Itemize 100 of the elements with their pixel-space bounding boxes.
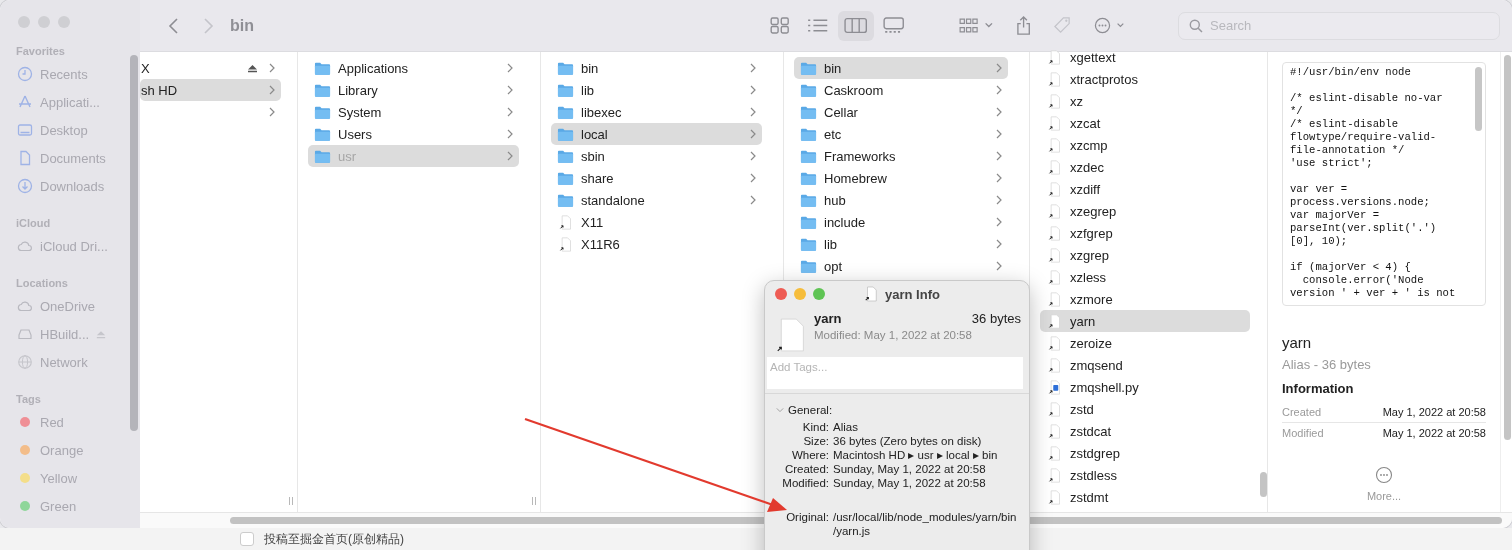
file-browser-item[interactable]: lib bbox=[551, 79, 762, 101]
file-browser-item[interactable]: Cellar bbox=[794, 101, 1008, 123]
cloud-icon bbox=[17, 238, 33, 254]
folder-icon bbox=[314, 104, 331, 120]
chevron-icon bbox=[507, 151, 513, 161]
folder-icon bbox=[557, 148, 574, 164]
file-browser-item[interactable]: etc bbox=[794, 123, 1008, 145]
file-browser-item[interactable]: Homebrew bbox=[794, 167, 1008, 189]
section-heading: Information bbox=[1282, 381, 1355, 396]
code-text: #!/usr/bin/env node /* eslint-disable no-var */ /* eslint-disable flowtype/require-valid- file-annotation */ 'use strict'; var ver = process.versions.node; var majorVer = parseInt(ver.split('.') [0], 10); if (majorVer < 4) { console.error('Node version ' + ver + ' is not bbox=[1290, 66, 1457, 300]
file-browser-item[interactable]: libexec bbox=[551, 101, 762, 123]
eject-icon[interactable] bbox=[247, 63, 258, 73]
file-browser-item[interactable]: Users bbox=[308, 123, 519, 145]
chevron-icon bbox=[750, 85, 756, 95]
file-browser-item[interactable]: X11R6 bbox=[551, 233, 762, 255]
file-browser-item[interactable]: Frameworks bbox=[794, 145, 1008, 167]
disclosure-chevron-icon[interactable] bbox=[776, 406, 784, 414]
file-browser-item[interactable]: xzdiff bbox=[1040, 178, 1250, 200]
alias-document-icon bbox=[1046, 467, 1063, 483]
chevron-icon bbox=[996, 151, 1002, 161]
file-browser-item[interactable]: share bbox=[551, 167, 762, 189]
file-browser-item[interactable]: xzgrep bbox=[1040, 244, 1250, 266]
file-browser-item[interactable]: local bbox=[551, 123, 762, 145]
alias-document-icon bbox=[1046, 93, 1063, 109]
info-label: Modified: bbox=[781, 476, 829, 490]
file-browser-item[interactable]: zstdcat bbox=[1040, 420, 1250, 442]
more-icon bbox=[1375, 466, 1393, 484]
file-browser-item[interactable]: xzegrep bbox=[1040, 200, 1250, 222]
alias-document-icon bbox=[1046, 49, 1063, 65]
file-browser-item[interactable]: X bbox=[140, 57, 281, 79]
chevron-icon bbox=[996, 217, 1002, 227]
modified-date: Modified: May 1, 2022 at 20:58 bbox=[814, 329, 973, 341]
apps-icon bbox=[17, 94, 33, 110]
alias-document-icon bbox=[864, 286, 879, 302]
alias-document-icon bbox=[776, 317, 806, 353]
chevron-icon bbox=[269, 107, 275, 117]
file-browser-item[interactable]: zstdgrep bbox=[1040, 442, 1250, 464]
file-browser-item[interactable]: opt bbox=[794, 255, 1008, 277]
file-browser-item[interactable]: xzdec bbox=[1040, 156, 1250, 178]
file-browser-item[interactable]: zeroize bbox=[1040, 332, 1250, 354]
alias-document-icon bbox=[557, 236, 574, 252]
file-browser-item[interactable]: Library bbox=[308, 79, 519, 101]
scrollbar-thumb[interactable] bbox=[1475, 67, 1482, 131]
search-icon bbox=[1189, 18, 1203, 33]
file-size: 36 bytes bbox=[971, 311, 1021, 326]
alias-document-icon bbox=[1046, 137, 1063, 153]
scrollbar-thumb[interactable] bbox=[1260, 472, 1267, 497]
file-browser-item[interactable]: xz bbox=[1040, 90, 1250, 112]
info-value: Sunday, May 1, 2022 at 20:58 bbox=[833, 476, 987, 490]
folder-icon bbox=[800, 60, 817, 76]
chevron-icon bbox=[269, 63, 275, 73]
file-browser-item[interactable]: bin bbox=[551, 57, 762, 79]
file-browser-item[interactable]: include bbox=[794, 211, 1008, 233]
zoom-window-button[interactable] bbox=[813, 288, 825, 300]
file-browser-item[interactable]: xzless bbox=[1040, 266, 1250, 288]
minimize-window-button[interactable] bbox=[794, 288, 806, 300]
folder-icon bbox=[314, 126, 331, 142]
chevron-left-icon bbox=[168, 16, 180, 35]
file-browser-item[interactable]: bin bbox=[794, 57, 1008, 79]
close-window-button[interactable] bbox=[775, 288, 787, 300]
checkbox[interactable] bbox=[240, 532, 254, 546]
file-browser-item[interactable]: zstd bbox=[1040, 398, 1250, 420]
file-browser-item[interactable]: hub bbox=[794, 189, 1008, 211]
file-browser-item[interactable]: Applications bbox=[308, 57, 519, 79]
file-browser-item[interactable]: X11 bbox=[551, 211, 762, 233]
folder-icon bbox=[557, 170, 574, 186]
file-browser-item[interactable]: xzcmp bbox=[1040, 134, 1250, 156]
scrollbar-thumb[interactable] bbox=[1504, 55, 1511, 440]
chevron-icon bbox=[507, 85, 513, 95]
drive-icon bbox=[17, 326, 33, 342]
alias-document-icon bbox=[1046, 203, 1063, 219]
file-browser-item[interactable]: zmqsend bbox=[1040, 354, 1250, 376]
file-browser-item[interactable]: sbin bbox=[551, 145, 762, 167]
scrollbar-thumb[interactable] bbox=[130, 55, 138, 431]
file-browser-item[interactable]: zstdmt bbox=[1040, 486, 1250, 508]
file-browser-item[interactable]: xzcat bbox=[1040, 112, 1250, 134]
info-label: Created bbox=[1282, 406, 1322, 418]
alias-document-icon bbox=[1046, 71, 1063, 87]
column-resize-handle-icon[interactable] bbox=[531, 496, 537, 506]
file-browser-item[interactable]: zstdless bbox=[1040, 464, 1250, 486]
list-icon bbox=[805, 17, 830, 34]
section-heading: General: bbox=[788, 404, 833, 416]
script-document-icon bbox=[1046, 379, 1063, 395]
file-browser-item[interactable]: System bbox=[308, 101, 519, 123]
tags-field[interactable]: Add Tags... bbox=[767, 357, 1023, 389]
file-browser-item[interactable]: xgettext bbox=[1040, 46, 1250, 68]
alias-document-icon bbox=[1046, 357, 1063, 373]
file-browser-item[interactable]: zmqshell.py bbox=[1040, 376, 1250, 398]
column-resize-handle-icon[interactable] bbox=[288, 496, 294, 506]
column-view-button[interactable] bbox=[837, 10, 874, 41]
file-browser-item[interactable]: lib bbox=[794, 233, 1008, 255]
file-browser-item[interactable]: Caskroom bbox=[794, 79, 1008, 101]
folder-icon bbox=[557, 82, 574, 98]
chevron-icon bbox=[996, 195, 1002, 205]
file-browser-item[interactable]: xzmore bbox=[1040, 288, 1250, 310]
file-browser-item[interactable]: sh HD bbox=[140, 79, 281, 101]
file-browser-item[interactable]: standalone bbox=[551, 189, 762, 211]
file-browser-item[interactable]: yarn bbox=[1040, 310, 1250, 332]
file-browser-item[interactable]: xzfgrep bbox=[1040, 222, 1250, 244]
file-browser-item[interactable]: xtractprotos bbox=[1040, 68, 1250, 90]
